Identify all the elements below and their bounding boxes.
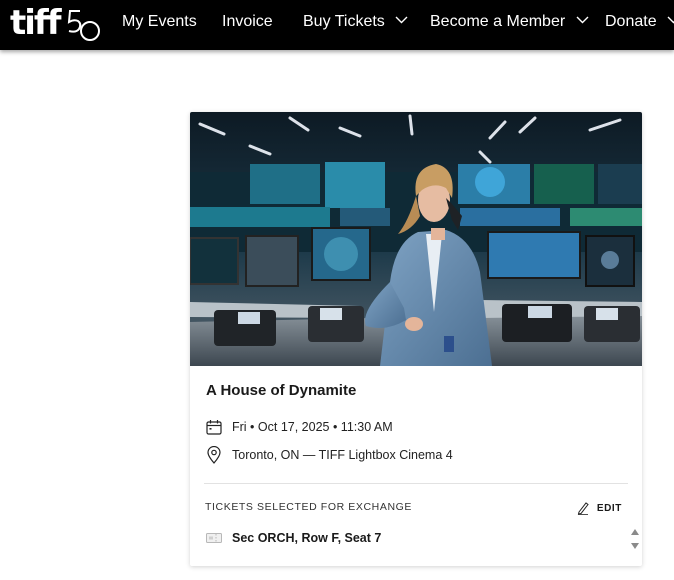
nav-become-a-member[interactable]: Become a Member [430,0,589,44]
scroll-up-icon[interactable] [631,529,639,535]
location-pin-icon [207,446,221,464]
selected-seat: Sec ORCH, Row F, Seat 7 [206,531,381,545]
event-datetime: Fri • Oct 17, 2025 • 11:30 AM [232,420,393,434]
event-hero-image [190,112,642,366]
nav-invoice[interactable]: Invoice [222,0,273,44]
list-scroll-buttons[interactable] [630,526,640,552]
nav-donate-label: Donate [605,13,657,30]
exchange-section-label: TICKETS SELECTED FOR EXCHANGE [205,501,413,513]
event-venue: Toronto, ON — TIFF Lightbox Cinema 4 [232,448,453,462]
nav-invoice-label: Invoice [222,13,273,30]
calendar-icon [206,420,222,435]
event-venue-row: Toronto, ON — TIFF Lightbox Cinema 4 [206,445,453,465]
top-navigation-bar: tiff My Events Invoice Buy Tickets Becom… [0,0,674,50]
event-title: A House of Dynamite [206,382,357,399]
nav-buy-tickets[interactable]: Buy Tickets [303,0,408,44]
chevron-down-icon [395,16,408,24]
pencil-icon [577,502,589,515]
nav-my-events-label: My Events [122,13,197,30]
event-card: A House of Dynamite Fri • Oct 17, 2025 •… [190,112,642,566]
event-datetime-row: Fri • Oct 17, 2025 • 11:30 AM [206,417,393,437]
nav-buy-tickets-label: Buy Tickets [303,13,385,30]
logo-wordmark: tiff [10,3,61,43]
scroll-down-icon[interactable] [631,543,639,549]
edit-button-label: EDIT [596,502,622,514]
edit-button[interactable]: EDIT [577,501,622,515]
logo-50-mark [67,10,100,41]
nav-become-a-member-label: Become a Member [430,13,566,30]
ticket-icon [206,533,222,543]
chevron-down-icon [667,16,674,24]
card-divider [204,483,628,484]
nav-donate[interactable]: Donate [605,0,674,44]
tiff-50-logo[interactable]: tiff [10,3,100,47]
nav-my-events[interactable]: My Events [122,0,197,44]
seat-text: Sec ORCH, Row F, Seat 7 [232,531,382,545]
chevron-down-icon [576,16,589,24]
